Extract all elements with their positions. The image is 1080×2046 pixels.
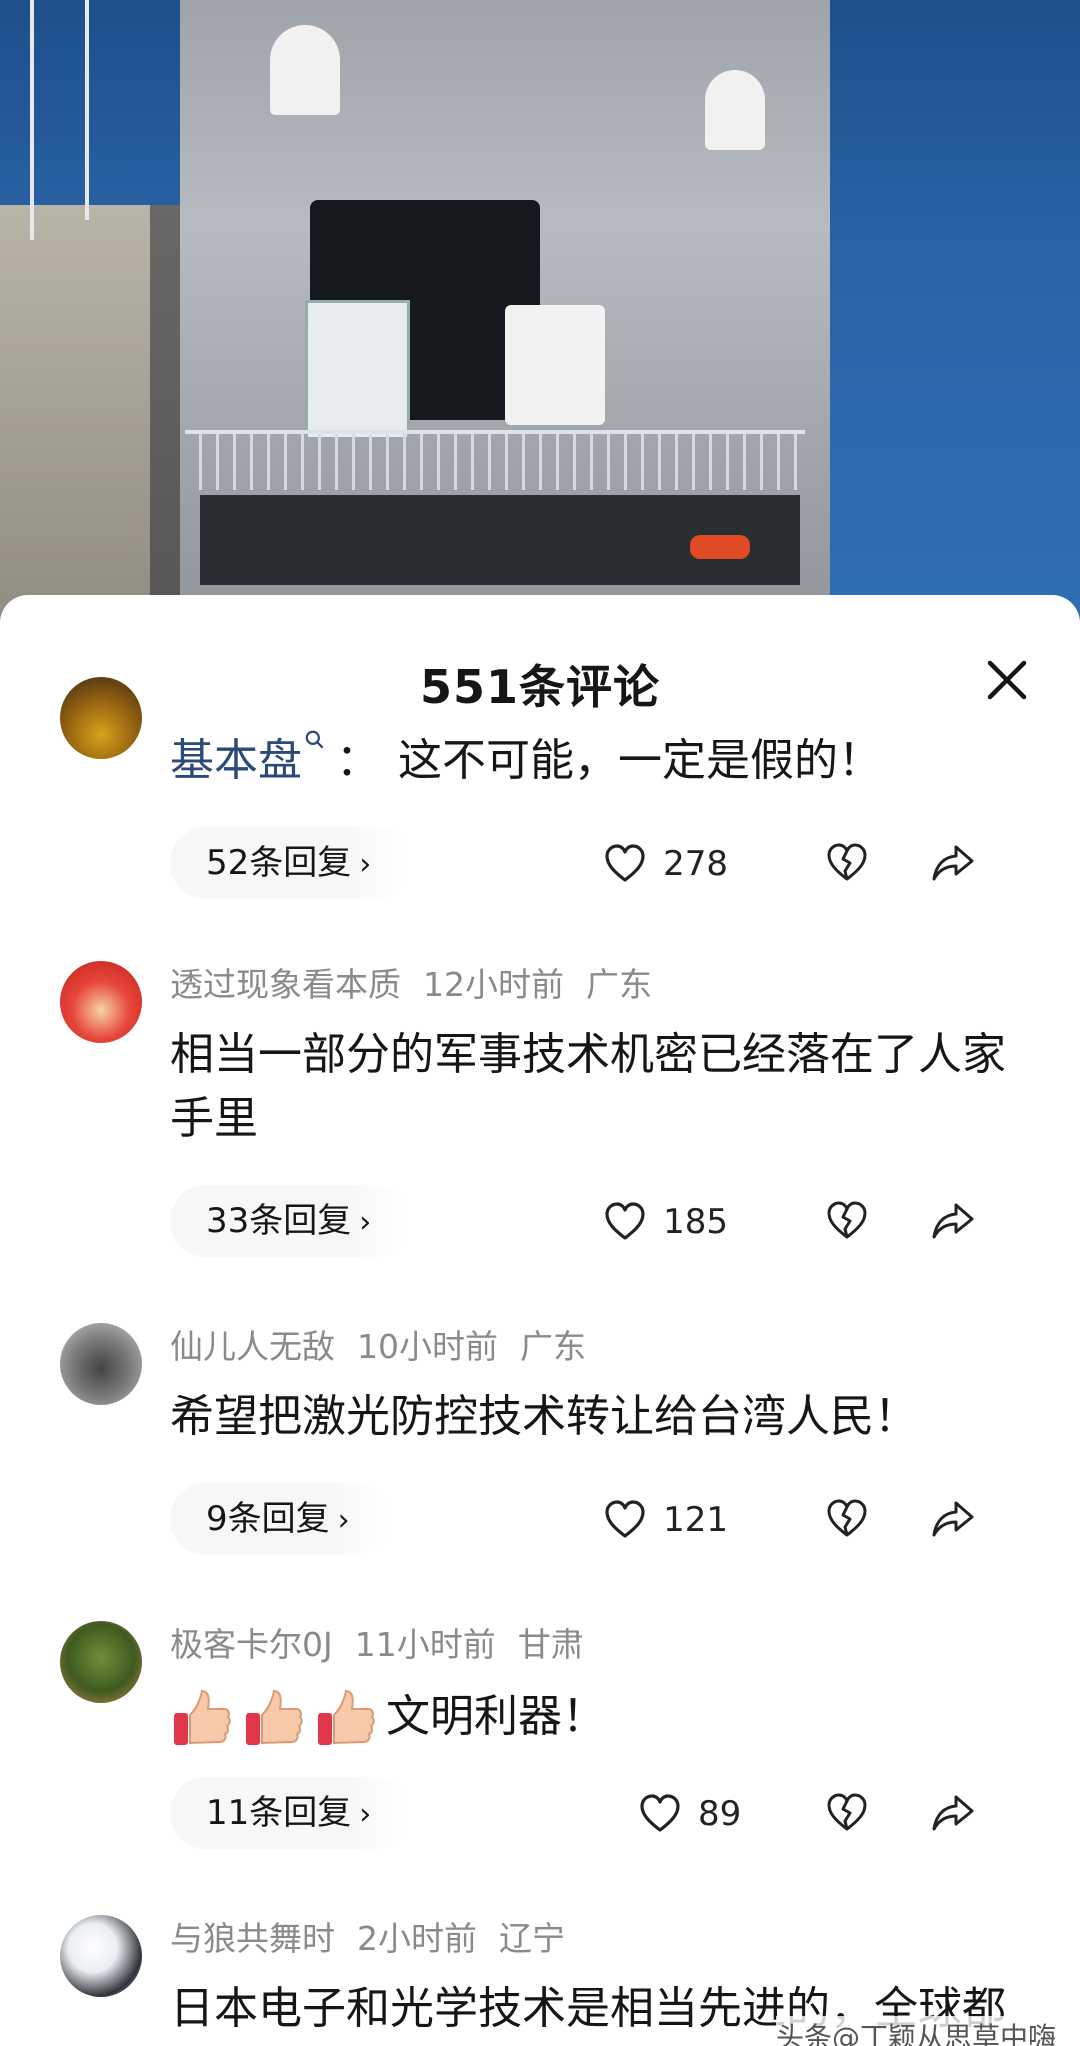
share-icon[interactable]: [930, 1789, 976, 1835]
chevron-right-icon: ›: [359, 1797, 372, 1832]
avatar[interactable]: [60, 1915, 142, 1997]
comment-item: 基本盘 ： 这不可能，一定是假的！ 52条回复 › 278: [0, 677, 1080, 913]
comment-meta: 仙儿人无敌 10小时前 广东: [170, 1323, 1020, 1371]
comment-meta: 极客卡尔0J 11小时前 甘肃: [170, 1621, 1020, 1669]
comment-location: 广东: [520, 1327, 586, 1366]
radar-dome: [270, 25, 340, 115]
share-icon[interactable]: [930, 1197, 976, 1243]
like-count: 121: [663, 1500, 728, 1540]
view-replies-button[interactable]: 52条回复 ›: [170, 827, 412, 899]
deck-equipment: [505, 305, 605, 425]
comment-item: 极客卡尔0J 11小时前 甘肃 文明利器！ 11条回复 › 89: [0, 1621, 1080, 1863]
comment-actions: 11条回复 › 89: [170, 1763, 1020, 1863]
like-count: 185: [663, 1202, 728, 1242]
comment-username[interactable]: 仙儿人无敌: [170, 1327, 335, 1366]
reply-count: 11条回复: [206, 1793, 352, 1833]
comment-item: 透过现象看本质 12小时前 广东 相当一部分的军事技术机密已经落在了人家手里 33条…: [0, 961, 1080, 1271]
comment-username[interactable]: 透过现象看本质: [170, 965, 401, 1004]
comment-body: 文明利器！: [386, 1691, 606, 1742]
avatar[interactable]: [60, 1323, 142, 1405]
comment-time: 11小时前: [354, 1625, 496, 1664]
thumbs-up-emoji: [318, 1689, 375, 1745]
heart-icon: [605, 1202, 645, 1240]
avatar[interactable]: [60, 1621, 142, 1703]
share-icon[interactable]: [930, 1495, 976, 1541]
like-count: 89: [698, 1794, 742, 1834]
chevron-right-icon: ›: [359, 847, 372, 882]
lamp-post: [30, 0, 34, 240]
reply-count: 33条回复: [206, 1201, 352, 1241]
comment-body: 相当一部分的军事技术机密已经落在了人家手里: [170, 1029, 1006, 1144]
comment-item: 仙儿人无敌 10小时前 广东 希望把激光防控技术转让给台湾人民！ 9条回复 › 121: [0, 1323, 1080, 1569]
view-replies-button[interactable]: 9条回复 ›: [170, 1483, 390, 1555]
comment-body: 希望把激光防控技术转让给台湾人民！: [170, 1391, 918, 1442]
liferaft: [690, 535, 750, 559]
colon: ：: [336, 735, 380, 786]
reply-count: 9条回复: [206, 1499, 330, 1539]
comment-username[interactable]: 与狼共舞时: [170, 1919, 335, 1958]
watermark: 头条@丁颖从思草中嗨: [775, 2016, 1056, 2046]
search-mini-icon[interactable]: [304, 729, 326, 751]
deck-railing: [185, 430, 805, 490]
comments-title: 551条评论: [419, 660, 661, 714]
broken-heart-icon[interactable]: [824, 839, 870, 885]
close-icon[interactable]: [982, 655, 1032, 705]
reply-count: 52条回复: [206, 843, 352, 883]
comment-meta: 与狼共舞时 2小时前 辽宁: [170, 1915, 1020, 1963]
share-icon[interactable]: [930, 839, 976, 885]
lamp-post: [85, 0, 89, 220]
broken-heart-icon[interactable]: [824, 1495, 870, 1541]
comment-actions: 52条回复 › 278: [170, 813, 1020, 913]
comment-body: 这不可能，一定是假的！: [398, 735, 882, 786]
heart-icon: [640, 1794, 680, 1832]
like-count: 278: [663, 844, 728, 884]
radar-dome: [705, 70, 765, 150]
thumbs-up-emoji: [174, 1689, 231, 1745]
comment-location: 甘肃: [517, 1625, 584, 1664]
comment-location: 辽宁: [499, 1919, 565, 1958]
like-button[interactable]: 121: [603, 1495, 728, 1545]
heart-icon: [605, 844, 645, 882]
chevron-right-icon: ›: [337, 1503, 350, 1538]
heart-icon: [605, 1500, 645, 1538]
comment-location: 广东: [586, 965, 652, 1004]
comment-actions: 33条回复 › 185: [170, 1171, 1020, 1271]
comment-time: 10小时前: [357, 1327, 498, 1366]
comment-text: 基本盘 ： 这不可能，一定是假的！: [170, 725, 1020, 797]
comment-time: 12小时前: [423, 965, 564, 1004]
avatar[interactable]: [60, 961, 142, 1043]
comments-sheet: 551条评论 基本盘：这不可能，一定是假的！ 52条回复 › 278 透过现象看本…: [0, 595, 1080, 2046]
view-replies-button[interactable]: 11条回复 ›: [170, 1777, 412, 1849]
comment-username[interactable]: 极客卡尔0J: [170, 1625, 333, 1664]
thumbs-up-emoji: [246, 1689, 303, 1745]
avatar[interactable]: [60, 677, 142, 759]
comment-text: 文明利器！: [170, 1683, 1020, 1749]
comment-username[interactable]: 基本盘: [170, 735, 302, 786]
chevron-right-icon: ›: [359, 1205, 372, 1240]
view-replies-button[interactable]: 33条回复 ›: [170, 1185, 412, 1257]
deck-equipment: [305, 300, 410, 440]
broken-heart-icon[interactable]: [824, 1197, 870, 1243]
like-button[interactable]: 278: [603, 839, 728, 889]
video-frame[interactable]: [0, 0, 1080, 640]
like-button[interactable]: 89: [638, 1789, 758, 1839]
like-button[interactable]: 185: [603, 1197, 728, 1247]
comment-meta: 透过现象看本质 12小时前 广东: [170, 961, 1020, 1009]
broken-heart-icon[interactable]: [824, 1789, 870, 1835]
comment-time: 2小时前: [357, 1919, 477, 1958]
comment-actions: 9条回复 › 121: [170, 1469, 1020, 1569]
